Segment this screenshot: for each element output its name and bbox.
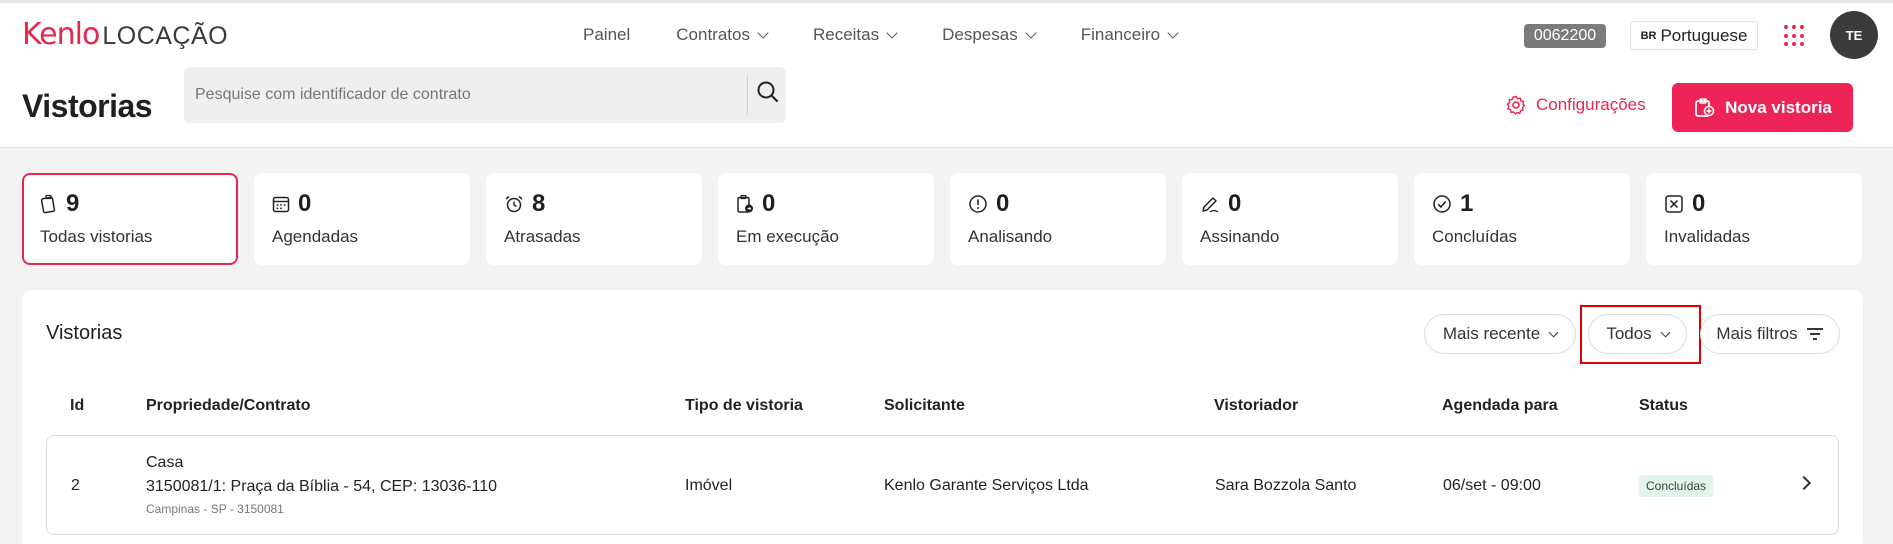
row-contract: 3150081/1: Praça da Bíblia - 54, CEP: 13… <box>146 478 498 495</box>
stat-label: Analisando <box>968 227 1053 246</box>
nav-label: Contratos <box>676 25 750 44</box>
stat-label: Atrasadas <box>504 227 581 246</box>
stat-count: 0 <box>298 190 312 217</box>
nav-label: Painel <box>583 25 631 44</box>
row-property-type: Casa <box>146 454 184 471</box>
pen-icon <box>1202 197 1219 213</box>
search-icon[interactable] <box>752 77 784 109</box>
stat-count: 0 <box>1692 190 1706 217</box>
status-badge: Concluídas <box>1639 475 1714 497</box>
row-requester: Kenlo Garante Serviços Ltda <box>884 477 1089 494</box>
gear-icon <box>1506 95 1526 115</box>
stat-count: 8 <box>532 190 546 217</box>
stat-label: Agendadas <box>272 227 359 246</box>
account-code-badge: 0062200 <box>1524 24 1606 48</box>
new-inspection-button[interactable]: Nova vistoria <box>1672 83 1853 132</box>
chevron-down-icon <box>1025 26 1037 39</box>
filter-icon <box>1806 328 1823 340</box>
settings-label: Configurações <box>1536 95 1646 114</box>
stat-count: 9 <box>66 190 80 217</box>
nav-financeiro[interactable]: Financeiro <box>1080 25 1179 45</box>
stat-card-assinando[interactable]: 0 Assinando <box>1182 173 1398 265</box>
stat-card-concluidas[interactable]: 1 Concluídas <box>1414 173 1630 265</box>
logo-sub: LOCAÇÃO <box>102 22 229 50</box>
search-bar <box>184 67 786 123</box>
row-inspection-type: Imóvel <box>685 477 733 494</box>
panel-title: Vistorias <box>46 322 123 344</box>
nav-label: Despesas <box>942 25 1018 44</box>
chevron-down-icon <box>1548 327 1559 337</box>
table-row[interactable]: 2 Casa 3150081/1: Praça da Bíblia - 54, … <box>46 435 1839 535</box>
nav-contratos[interactable]: Contratos <box>676 25 769 45</box>
row-location: Campinas - SP - 3150081 <box>146 502 284 516</box>
col-header-status: Status <box>1639 397 1688 414</box>
nav-painel[interactable]: Painel <box>583 25 630 45</box>
stat-count: 0 <box>762 190 776 217</box>
stat-card-invalidadas[interactable]: 0 Invalidadas <box>1646 173 1862 265</box>
language-label: Portuguese <box>1660 25 1748 45</box>
chevron-down-icon <box>886 26 898 39</box>
apps-grid-icon[interactable] <box>1784 25 1806 47</box>
more-filters-button[interactable]: Mais filtros <box>1700 314 1840 354</box>
brazil-flag-icon: BR <box>1640 29 1657 42</box>
stat-card-agendadas[interactable]: 0 Agendadas <box>254 173 470 265</box>
col-header-requester: Solicitante <box>884 397 965 414</box>
stat-count: 0 <box>1228 190 1242 217</box>
nav-receitas[interactable]: Receitas <box>812 25 898 45</box>
language-selector[interactable]: BR Portuguese <box>1630 21 1758 50</box>
status-filter-dropdown[interactable]: Todos <box>1588 314 1687 354</box>
col-header-inspector: Vistoriador <box>1214 397 1299 414</box>
col-header-id: Id <box>70 397 85 414</box>
inspections-panel: Vistorias Mais recente Todos Mais filtro… <box>22 290 1863 544</box>
row-inspector: Sara Bozzola Santo <box>1215 477 1357 494</box>
calendar-icon <box>272 196 290 213</box>
settings-button[interactable]: Configurações <box>1506 95 1646 115</box>
user-avatar[interactable]: TE <box>1830 11 1878 59</box>
alarm-clock-icon <box>505 195 523 213</box>
more-filters-label: Mais filtros <box>1716 324 1798 343</box>
x-square-icon <box>1665 195 1683 213</box>
stat-card-todas[interactable]: 9 Todas vistorias <box>22 173 238 265</box>
chevron-right-icon[interactable] <box>1796 475 1812 491</box>
stat-count: 1 <box>1460 190 1474 217</box>
chevron-down-icon <box>757 26 769 39</box>
stat-card-analisando[interactable]: 0 Analisando <box>950 173 1166 265</box>
logo-brand: Kenlo <box>22 17 100 52</box>
row-scheduled: 06/set - 09:00 <box>1443 477 1541 494</box>
search-divider <box>747 75 748 115</box>
clipboard-progress-icon <box>737 194 753 213</box>
stat-label: Concluídas <box>1432 227 1518 246</box>
app-header: Kenlo LOCAÇÃO Painel Contratos Receitas … <box>0 0 1893 148</box>
col-header-scheduled: Agendada para <box>1442 397 1558 414</box>
new-inspection-icon <box>1695 97 1715 117</box>
nav-despesas[interactable]: Despesas <box>942 25 1037 45</box>
alert-circle-icon <box>969 195 987 213</box>
stat-label: Em execução <box>736 227 839 246</box>
col-header-type: Tipo de vistoria <box>685 397 803 414</box>
chevron-down-icon <box>1167 26 1179 39</box>
main-nav: Painel Contratos Receitas Despesas Finan… <box>583 25 1223 45</box>
stat-label: Assinando <box>1200 227 1280 246</box>
check-circle-icon <box>1433 195 1451 213</box>
stat-label: Invalidadas <box>1664 227 1751 246</box>
sort-label: Mais recente <box>1442 324 1541 343</box>
status-filter-label: Todos <box>1606 324 1652 343</box>
stat-count: 0 <box>996 190 1010 217</box>
kenlo-logo[interactable]: Kenlo LOCAÇÃO <box>22 17 228 52</box>
stat-label: Todas vistorias <box>40 227 153 246</box>
sort-dropdown[interactable]: Mais recente <box>1424 314 1576 354</box>
stat-card-atrasadas[interactable]: 8 Atrasadas <box>486 173 702 265</box>
search-input[interactable] <box>184 67 746 123</box>
chevron-down-icon <box>1660 327 1671 337</box>
col-header-property: Propriedade/Contrato <box>146 397 311 414</box>
nav-label: Financeiro <box>1080 25 1161 44</box>
new-inspection-label: Nova vistoria <box>1725 97 1832 117</box>
row-id: 2 <box>71 477 80 494</box>
nav-label: Receitas <box>812 25 880 44</box>
inspection-icon <box>40 194 56 214</box>
page-title: Vistorias <box>22 88 153 124</box>
stat-card-em-execucao[interactable]: 0 Em execução <box>718 173 934 265</box>
